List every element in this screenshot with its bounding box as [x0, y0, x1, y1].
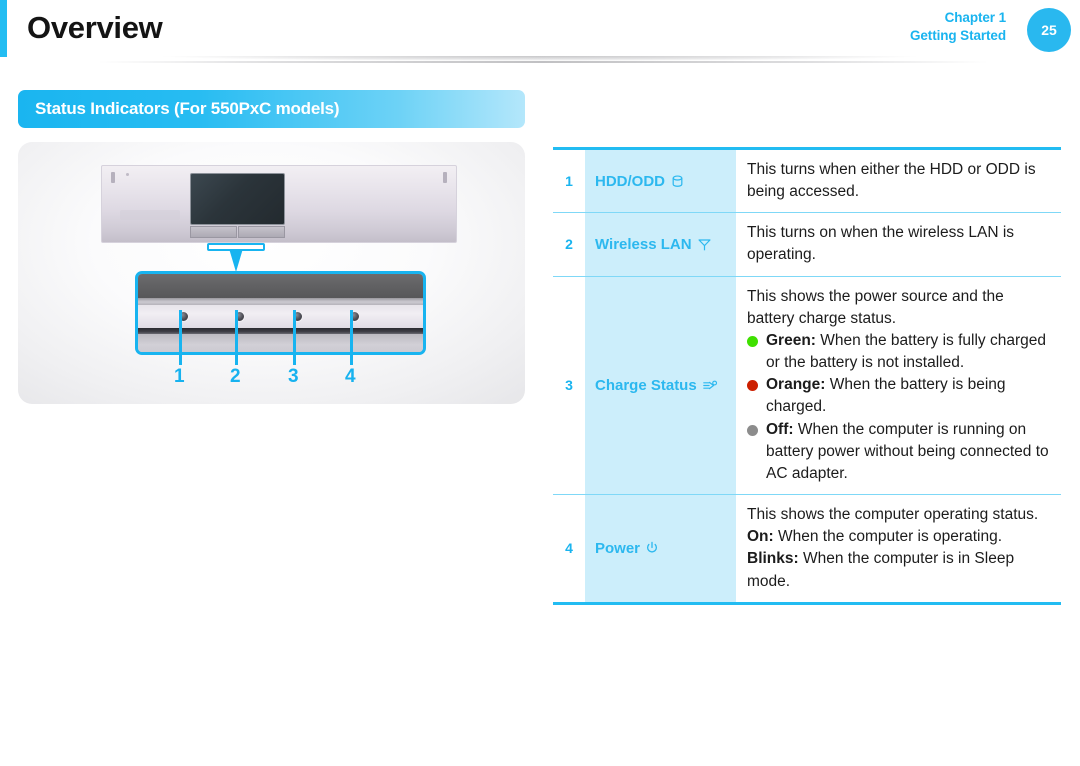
row-description-intro: This shows the power source and the batt… — [747, 287, 1004, 327]
callout-number-4: 4 — [345, 366, 356, 387]
bullet-text: Green: When the battery is fully charged… — [766, 330, 1053, 374]
bullet-term: Orange: — [766, 376, 826, 394]
callout-leader-1 — [179, 310, 182, 365]
row-label-cell: Wireless LAN — [585, 213, 736, 276]
bullet-item: Orange: When the battery is being charge… — [747, 374, 1053, 418]
table-row: 4 Power This shows the computer operatin… — [553, 495, 1061, 602]
front-edge-highlight-box — [207, 243, 265, 251]
touchpad — [190, 173, 285, 225]
status-dot-green-icon — [747, 335, 758, 347]
laptop-top-view — [101, 165, 457, 243]
page-title: Overview — [27, 10, 163, 45]
hdd-disk-icon — [670, 174, 685, 189]
status-dot-orange-icon — [747, 380, 758, 392]
row-label-text: HDD/ODD — [595, 172, 665, 190]
row-label-cell: HDD/ODD — [585, 150, 736, 213]
keyboard-shade — [120, 210, 180, 220]
row-label-text: Power — [595, 539, 641, 557]
status-indicators-table: 1 HDD/ODD This turns when either the HDD… — [553, 147, 1061, 605]
bullet-text: Orange: When the battery is being charge… — [766, 374, 1053, 418]
chapter-info: Chapter 1 Getting Started — [910, 9, 1006, 44]
table-row: 1 HDD/ODD This turns when either the HDD… — [553, 150, 1061, 214]
row-description-line: Blinks: When the computer is in Sleep mo… — [747, 548, 1053, 592]
row-label-cell: Power — [585, 495, 736, 602]
page-number-badge: 25 — [1027, 8, 1071, 52]
page-header: Overview Chapter 1 Getting Started 25 — [0, 0, 1080, 70]
row-number: 4 — [553, 495, 585, 602]
row-description: This shows the power source and the batt… — [736, 277, 1061, 494]
row-description-line: On: When the computer is operating. — [747, 526, 1053, 548]
chapter-number: Chapter 1 — [944, 10, 1006, 25]
hinge-left-icon — [111, 172, 115, 183]
callout-number-3: 3 — [288, 366, 299, 387]
row-description: This turns when either the HDD or ODD is… — [736, 150, 1061, 212]
bullet-text: Off: When the computer is running on bat… — [766, 419, 1053, 485]
power-symbol-icon — [645, 541, 659, 555]
hinge-right-icon — [443, 172, 447, 183]
status-dot-off-icon — [747, 424, 758, 436]
table-row: 3 Charge Status This shows the power sou… — [553, 276, 1061, 496]
line-term: On: — [747, 528, 774, 546]
row-number: 3 — [553, 276, 585, 495]
row-number: 1 — [553, 150, 585, 213]
case-detail-dot — [126, 173, 129, 176]
chapter-name: Getting Started — [909, 27, 1006, 43]
line-term: Blinks: — [747, 550, 799, 568]
row-label-cell: Charge Status — [585, 276, 736, 495]
callout-leader-3 — [293, 310, 296, 365]
row-description: This turns on when the wireless LAN is o… — [736, 213, 1061, 275]
header-accent-bar — [0, 0, 7, 57]
callout-leader-4 — [350, 310, 353, 365]
closeup-edge-texture — [138, 298, 423, 305]
row-description-intro: This shows the computer operating status… — [747, 506, 1039, 524]
header-divider — [8, 56, 1072, 70]
row-label-text: Charge Status — [595, 376, 697, 394]
bullet-body: When the computer is running on battery … — [766, 420, 1049, 482]
callout-number-2: 2 — [230, 366, 241, 387]
wireless-antenna-icon — [697, 237, 712, 252]
table-row: 2 Wireless LAN This turns on when the wi… — [553, 213, 1061, 277]
callout-leader-2 — [235, 310, 238, 365]
row-description: This shows the computer operating status… — [736, 495, 1061, 602]
section-heading-bar: Status Indicators (For 550PxC models) — [18, 90, 525, 128]
document-page: Overview Chapter 1 Getting Started 25 St… — [0, 0, 1080, 766]
zoom-pointer-arrow-icon — [229, 251, 243, 272]
callout-number-1: 1 — [174, 366, 185, 387]
row-description-text: This turns when either the HDD or ODD is… — [747, 161, 1036, 201]
section-heading-label: Status Indicators (For 550PxC models) — [35, 99, 340, 118]
bullet-term: Green: — [766, 331, 816, 349]
row-label-text: Wireless LAN — [595, 235, 692, 253]
bullet-item: Green: When the battery is fully charged… — [747, 330, 1053, 374]
power-plug-icon — [702, 378, 718, 393]
bullet-term: Off: — [766, 420, 794, 438]
line-body: When the computer is operating. — [773, 528, 1003, 546]
touchpad-button-right — [238, 226, 285, 238]
touchpad-button-left — [190, 226, 237, 238]
row-description-text: This turns on when the wireless LAN is o… — [747, 224, 1015, 264]
bullet-item: Off: When the computer is running on bat… — [747, 419, 1053, 485]
row-number: 2 — [553, 213, 585, 276]
laptop-illustration: 1 2 3 4 — [18, 142, 525, 404]
